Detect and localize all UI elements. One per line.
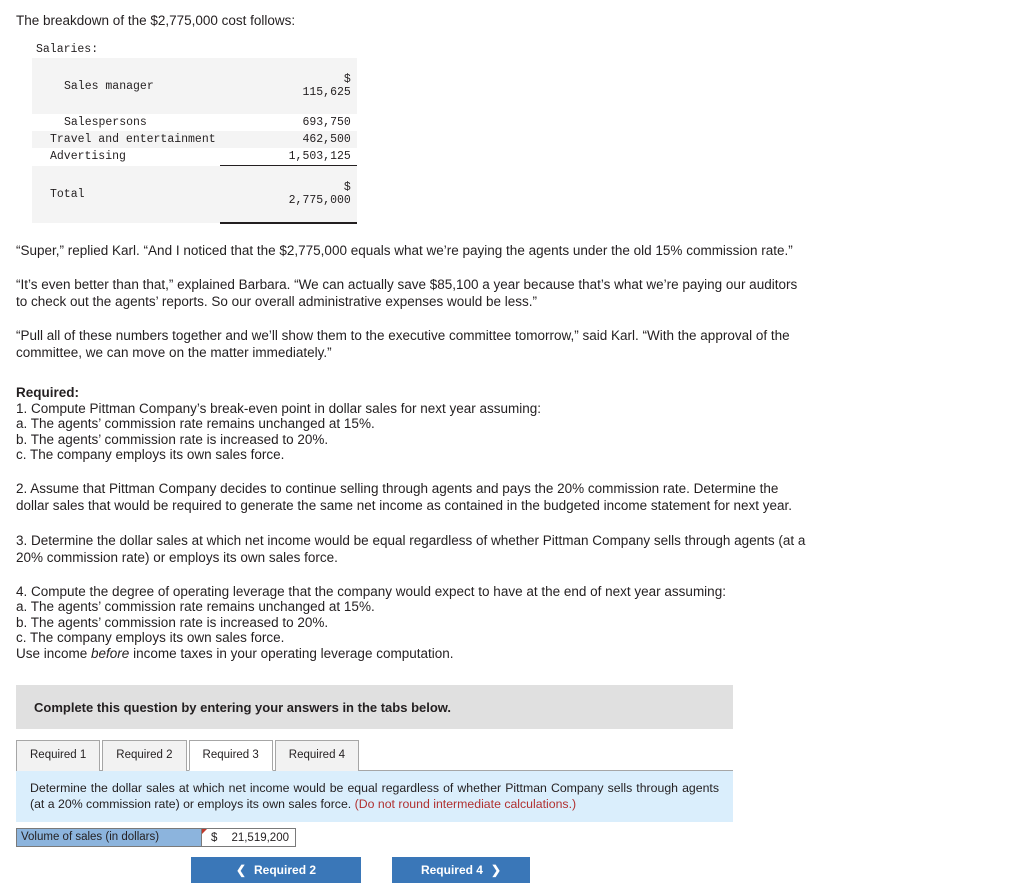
table-row: Travel and entertainment 462,500 bbox=[32, 131, 357, 148]
rounding-note: (Do not round intermediate calculations.… bbox=[354, 797, 577, 811]
table-row: Advertising 1,503,125 bbox=[32, 148, 357, 166]
note-emphasis: before bbox=[91, 645, 130, 661]
table-row: Salaries: bbox=[32, 41, 357, 58]
chevron-right-icon: ❯ bbox=[490, 863, 502, 877]
required-item-1c: c. The company employs its own sales for… bbox=[16, 447, 285, 462]
instruction-banner: Complete this question by entering your … bbox=[16, 685, 733, 729]
tab-strip: Required 1 Required 2 Required 3 Require… bbox=[16, 739, 733, 771]
cost-row-currency: $ bbox=[343, 73, 351, 86]
chevron-left-icon: ❮ bbox=[235, 863, 247, 877]
required-item-4a: a. The agents’ commission rate remains u… bbox=[16, 599, 375, 614]
cost-row-label: Salaries: bbox=[36, 43, 99, 56]
required-item-4: 4. Compute the degree of operating lever… bbox=[16, 583, 726, 599]
cost-row-label: Advertising bbox=[50, 150, 126, 164]
table-row-total: Total $ 2,775,000 bbox=[32, 165, 357, 224]
answer-row: Volume of sales (in dollars) $ 21,519,20… bbox=[16, 828, 296, 847]
required-item-1b: b. The agents’ commission rate is increa… bbox=[16, 431, 329, 447]
volume-of-sales-input[interactable]: $ 21,519,200 bbox=[202, 828, 296, 847]
required-item-1: 1. Compute Pittman Company’s break-even … bbox=[16, 400, 542, 416]
required-item-2: 2. Assume that Pittman Company decides t… bbox=[16, 480, 792, 514]
cost-breakdown-table: Salaries: Sales manager $ 115,625 Salesp… bbox=[32, 41, 357, 224]
required-item-4c: c. The company employs its own sales for… bbox=[16, 630, 285, 645]
required-item-3: 3. Determine the dollar sales at which n… bbox=[16, 532, 806, 566]
required-item-4-note: Use income before income taxes in your o… bbox=[16, 646, 816, 662]
narrative-paragraph-1: “Super,” replied Karl. “And I noticed th… bbox=[16, 243, 793, 258]
question-page: The breakdown of the $2,775,000 cost fol… bbox=[0, 0, 1027, 883]
required-heading: Required: bbox=[16, 384, 80, 400]
cost-row-amount bbox=[220, 41, 357, 58]
required-item-1a: a. The agents’ commission rate remains u… bbox=[16, 416, 375, 431]
instruction-banner-text: Complete this question by entering your … bbox=[34, 699, 452, 715]
tab-required-2[interactable]: Required 2 bbox=[102, 740, 187, 771]
required-item-4-group: 4. Compute the degree of operating lever… bbox=[16, 584, 816, 662]
cost-row-label: Salespersons bbox=[64, 116, 147, 129]
cost-breakdown-body: Salaries: Sales manager $ 115,625 Salesp… bbox=[32, 41, 357, 224]
cost-row-label: Sales manager bbox=[64, 79, 154, 93]
answer-row-label: Volume of sales (in dollars) bbox=[16, 828, 202, 847]
cost-total-amount: $ 2,775,000 bbox=[219, 165, 357, 224]
answer-value: 21,519,200 bbox=[231, 831, 289, 844]
intro-text: The breakdown of the $2,775,000 cost fol… bbox=[16, 13, 296, 28]
table-row: Salespersons 693,750 bbox=[32, 114, 357, 131]
cost-row-amount: 693,750 bbox=[302, 116, 351, 129]
tab-required-3[interactable]: Required 3 bbox=[188, 740, 273, 771]
cost-row-amount: 462,500 bbox=[302, 133, 351, 146]
cost-total-currency: $ bbox=[343, 181, 351, 194]
comment-flag-icon bbox=[202, 829, 207, 834]
note-suffix: income taxes in your operating leverage … bbox=[129, 645, 454, 661]
cost-total-label: Total bbox=[50, 187, 85, 201]
cost-row-amount: $ 115,625 bbox=[220, 58, 357, 114]
table-row: Sales manager $ 115,625 bbox=[32, 58, 357, 114]
tab-required-4[interactable]: Required 4 bbox=[274, 740, 360, 771]
required-item-4b: b. The agents’ commission rate is increa… bbox=[16, 614, 329, 630]
tab-required-1[interactable]: Required 1 bbox=[16, 740, 101, 771]
navigation-row: ❮ Required 2 Required 4 ❯ bbox=[16, 857, 1011, 883]
next-required-button[interactable]: Required 4 ❯ bbox=[392, 857, 530, 883]
required-section: Required: 1. Compute Pittman Company’s b… bbox=[16, 384, 816, 662]
narrative-paragraph-2: “It’s even better than that,” explained … bbox=[16, 276, 798, 310]
cost-row-value: 115,625 bbox=[302, 86, 351, 99]
note-prefix: Use income bbox=[16, 645, 92, 661]
narrative-paragraph-3: “Pull all of these numbers together and … bbox=[16, 327, 790, 361]
cost-row-label: Travel and entertainment bbox=[50, 133, 216, 146]
cost-row-amount: 1,503,125 bbox=[288, 150, 351, 163]
previous-required-button[interactable]: ❮ Required 2 bbox=[191, 857, 361, 883]
next-button-label: Required 4 bbox=[420, 863, 483, 877]
cost-total-value: 2,775,000 bbox=[288, 194, 351, 207]
previous-button-label: Required 2 bbox=[254, 863, 317, 877]
